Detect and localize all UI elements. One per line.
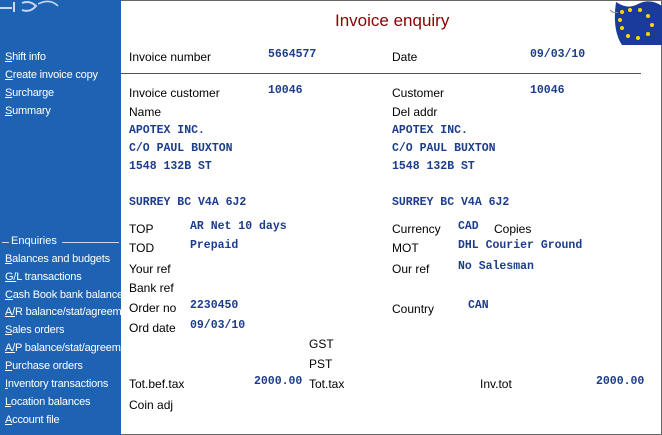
bill-to-line-4: SURREY BC V4A 6J2 (129, 196, 247, 209)
logo-icon (0, 0, 59, 12)
gst-label: GST (309, 337, 334, 351)
tod-value: Prepaid (190, 239, 239, 252)
tot-bef-tax-label: Tot.bef.tax (129, 377, 185, 391)
invoice-customer-label: Invoice customer (129, 86, 220, 100)
ship-to-line-2: C/O PAUL BUXTON (392, 142, 496, 155)
order-no-label: Order no (129, 301, 177, 315)
date-value: 09/03/10 (530, 48, 586, 61)
top-value: AR Net 10 days (190, 220, 287, 233)
invoice-customer-value: 10046 (268, 84, 303, 97)
cash-book-bank-balances-link[interactable]: Cash Book bank balances (5, 289, 121, 301)
tot-bef-tax-value: 2000.00 (254, 375, 303, 388)
name-label: Name (129, 105, 162, 119)
eu-flag-icon (609, 1, 662, 45)
customer-value: 10046 (530, 84, 565, 97)
invoice-number-label: Invoice number (129, 50, 212, 64)
gl-transactions-link[interactable]: G/L transactions (5, 271, 82, 283)
inv-tot-value: 2000.00 (596, 375, 645, 388)
account-file-link[interactable]: Account file (5, 414, 60, 426)
bill-to-line-2: C/O PAUL BUXTON (129, 142, 233, 155)
pst-label: PST (309, 357, 333, 371)
surcharge-link[interactable]: Surcharge (5, 87, 54, 99)
ap-balance-link[interactable]: A/P balance/stat/agreem/tran (5, 342, 121, 354)
sidebar: Shift info Create invoice copy Surcharge… (0, 0, 121, 435)
inventory-transactions-link[interactable]: Inventory transactions (5, 378, 108, 390)
location-balances-link[interactable]: Location balances (5, 396, 90, 408)
inv-tot-label: Inv.tot (480, 377, 512, 391)
top-label: TOP (129, 222, 154, 236)
customer-label: Customer (392, 86, 445, 100)
currency-value: CAD (458, 220, 479, 233)
ship-to-line-4: SURREY BC V4A 6J2 (392, 196, 510, 209)
coin-adj-label: Coin adj (129, 398, 174, 412)
currency-label: Currency (392, 222, 441, 236)
ship-to-line-3: 1548 132B ST (392, 160, 475, 173)
copies-label: Copies (494, 222, 532, 236)
date-label: Date (392, 50, 418, 64)
sales-orders-link[interactable]: Sales orders (5, 324, 65, 336)
tot-tax-label: Tot.tax (309, 377, 345, 391)
enquiries-heading: Enquiries (2, 235, 119, 249)
our-ref-label: Our ref (392, 262, 430, 276)
ar-balance-link[interactable]: A/R balance/stat/agreem/tran (5, 306, 121, 318)
bill-to-line-3: 1548 132B ST (129, 160, 212, 173)
balances-and-budgets-link[interactable]: Balances and budgets (5, 253, 110, 265)
invoice-number-value: 5664577 (268, 48, 317, 61)
your-ref-label: Your ref (129, 262, 171, 276)
mot-label: MOT (392, 241, 419, 255)
country-label: Country (392, 302, 435, 316)
create-invoice-copy-link[interactable]: Create invoice copy (5, 69, 98, 81)
bank-ref-label: Bank ref (129, 281, 174, 295)
shift-info-link[interactable]: Shift info (5, 51, 46, 63)
bill-to-line-1: APOTEX INC. (129, 124, 205, 137)
country-value: CAN (468, 299, 489, 312)
mot-value: DHL Courier Ground (458, 239, 583, 252)
del-addr-label: Del addr (392, 105, 438, 119)
ship-to-line-1: APOTEX INC. (392, 124, 468, 137)
ord-date-value: 09/03/10 (190, 319, 246, 332)
our-ref-value: No Salesman (458, 260, 534, 273)
tod-label: TOD (129, 241, 155, 255)
window-title: Invoice enquiry (335, 11, 450, 30)
order-no-value: 2230450 (190, 299, 239, 312)
separator (121, 73, 641, 74)
purchase-orders-link[interactable]: Purchase orders (5, 360, 83, 372)
ord-date-label: Ord date (129, 321, 176, 335)
summary-link[interactable]: Summary (5, 105, 51, 117)
